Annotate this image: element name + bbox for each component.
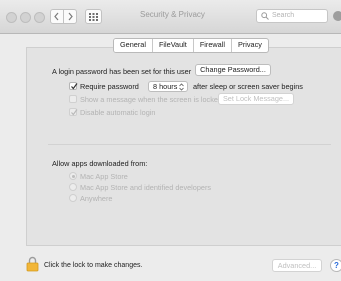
show-message-checkbox[interactable] [69,95,77,103]
updown-arrows-icon [179,83,184,91]
require-password-label: Require password [80,82,139,91]
allow-apps-heading: Allow apps downloaded from: [52,159,148,168]
checkmark-icon [71,109,78,116]
tab-filevault[interactable]: FileVault [153,39,194,52]
lock-hint-text: Click the lock to make changes. [44,262,143,269]
require-password-suffix: after sleep or screen saver begins [193,82,303,91]
section-divider [48,144,331,145]
checkmark-icon [71,83,78,90]
show-message-label: Show a message when the screen is locked [80,95,222,104]
disable-auto-login-label: Disable automatic login [80,108,156,117]
disable-auto-login-checkbox[interactable] [69,108,78,116]
radio-identified-developers-label: Mac App Store and identified developers [80,183,212,192]
search-field[interactable]: Search [256,9,328,23]
back-button[interactable] [50,9,64,24]
require-password-delay-value: 8 hours [153,82,178,91]
show-all-button[interactable] [85,9,102,24]
radio-anywhere-label: Anywhere [80,194,113,203]
tab-firewall[interactable]: Firewall [194,39,232,52]
window-title: Security & Privacy [140,10,205,19]
require-password-delay-select[interactable]: 8 hours [148,81,188,92]
lock-icon[interactable] [26,256,39,272]
radio-anywhere[interactable] [69,194,77,202]
chevron-right-icon [68,12,73,21]
advanced-button[interactable]: Advanced... [272,259,322,272]
tab-bar: General FileVault Firewall Privacy [113,38,269,53]
tab-privacy[interactable]: Privacy [232,39,268,52]
search-placeholder: Search [272,12,295,19]
require-password-checkbox[interactable] [69,82,78,90]
general-panel [26,47,341,246]
forward-button[interactable] [63,9,77,24]
radio-mac-app-store-label: Mac App Store [80,172,128,181]
help-button[interactable]: ? [330,259,341,272]
zoom-window-button[interactable] [34,12,45,23]
search-icon [261,12,269,20]
minimize-window-button[interactable] [20,12,31,23]
clear-search-icon[interactable] [333,11,341,21]
login-password-text: A login password has been set for this u… [52,67,192,76]
chevron-left-icon [54,12,59,21]
radio-identified-developers[interactable] [69,183,77,191]
title-bar: Security & Privacy Search [0,0,341,34]
grid-icon [89,13,98,21]
security-privacy-window: Security & Privacy Search General FileVa… [0,0,341,281]
close-window-button[interactable] [6,12,17,23]
change-password-button[interactable]: Change Password... [195,64,271,76]
radio-mac-app-store[interactable] [69,172,77,180]
tab-general[interactable]: General [114,39,153,52]
set-lock-message-button[interactable]: Set Lock Message... [218,93,294,105]
